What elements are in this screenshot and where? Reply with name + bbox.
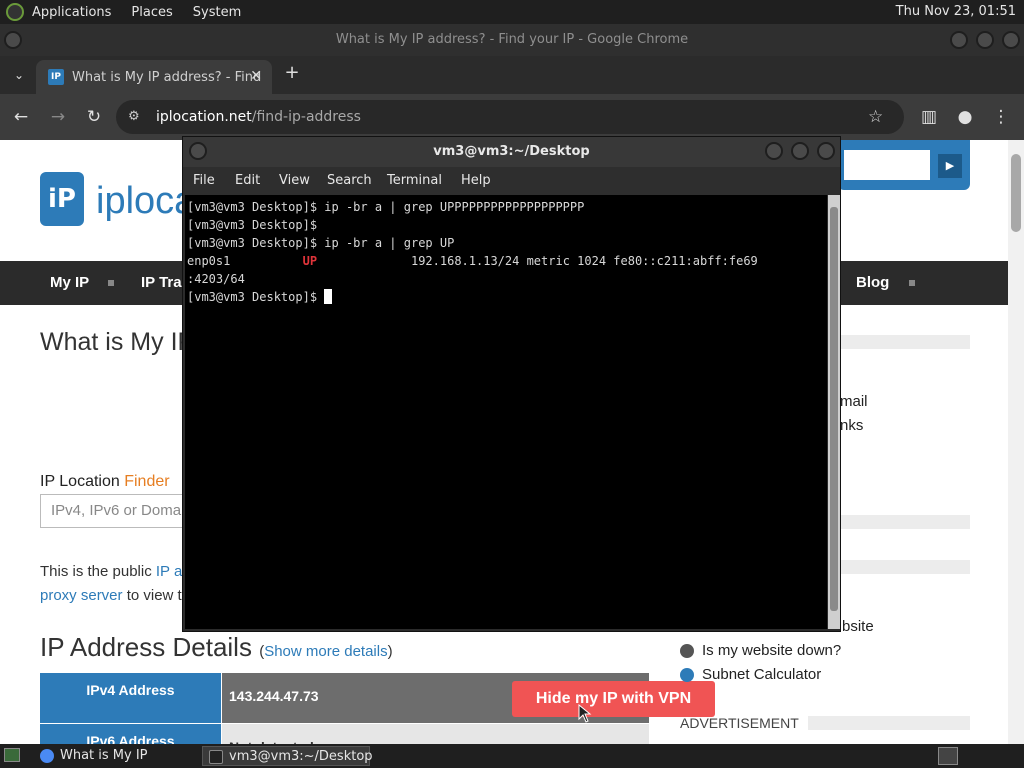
terminal-line: [vm3@vm3 Desktop]$ (187, 218, 318, 232)
back-arrow-icon[interactable]: ← (10, 106, 32, 128)
details-heading: IP Address Details (Show more details) (40, 632, 393, 662)
chrome-icon (40, 749, 54, 763)
sidebar-mail-link[interactable]: mail (840, 393, 868, 410)
desktop: Applications Places System Thu Nov 23, 0… (0, 0, 1024, 768)
show-desktop-icon[interactable] (4, 748, 20, 762)
terminal-cursor (324, 289, 333, 304)
show-more-details-link[interactable]: Show more details (264, 643, 387, 660)
address-bar[interactable]: ⚙ iplocation.net/find-ip-address ☆ (116, 100, 904, 134)
sidebar-website-down[interactable]: Is my website down? (680, 642, 841, 659)
sidebar-heading-bar (840, 515, 970, 529)
intro-paragraph: This is the public IP ad proxy server to… (40, 563, 191, 604)
header-search: ▶ (838, 140, 970, 190)
ipv6-value: Not detected (222, 724, 649, 744)
nav-separator (909, 280, 915, 286)
terminal-scrollbar-thumb[interactable] (830, 207, 838, 611)
proxy-server-link[interactable]: proxy server (40, 587, 123, 604)
window-menu-icon[interactable] (4, 31, 22, 49)
menu-places[interactable]: Places (131, 5, 172, 20)
site-logo-text[interactable]: iploca (96, 180, 195, 223)
ip-details-table: IPv4 Address 143.244.47.73 Hide my IP wi… (40, 673, 715, 744)
terminal-window-menu-icon[interactable] (189, 142, 207, 160)
chrome-window-title: What is My IP address? - Find your IP - … (335, 32, 689, 47)
table-row: IPv6 Address Not detected (40, 724, 649, 744)
page-scrollbar-thumb[interactable] (1011, 154, 1021, 232)
terminal-scrollbar[interactable] (828, 195, 840, 629)
ip-finder-input[interactable]: IPv4, IPv6 or Domai (40, 494, 190, 528)
browser-toolbar: ← → ↻ ⚙ iplocation.net/find-ip-address ☆… (0, 94, 1024, 140)
new-tab-plus-icon[interactable]: + (281, 62, 303, 84)
profile-avatar-icon[interactable]: ● (954, 106, 976, 128)
distro-logo-icon[interactable] (6, 3, 24, 21)
sidebar-website-link[interactable]: bsite (842, 618, 874, 635)
ipv6-label: IPv6 Address (40, 724, 221, 744)
terminal-line: :4203/64 (187, 272, 245, 286)
menu-system[interactable]: System (193, 5, 241, 20)
terminal-close-icon[interactable] (817, 142, 835, 160)
iplocation-favicon-icon: IP (48, 69, 64, 85)
advertisement-label: ADVERTISEMENT (680, 715, 799, 731)
more-menu-icon[interactable]: ⋮ (990, 106, 1012, 128)
top-panel: Applications Places System Thu Nov 23, 0… (0, 0, 1024, 24)
close-window-icon[interactable] (1002, 31, 1020, 49)
globe-icon (680, 643, 694, 658)
menu-applications[interactable]: Applications (32, 5, 111, 20)
forward-arrow-icon[interactable]: → (47, 106, 69, 128)
terminal-menu-help[interactable]: Help (461, 173, 491, 188)
taskbar-item-terminal[interactable]: vm3@vm3:~/Desktop (202, 746, 373, 766)
header-search-go-icon[interactable]: ▶ (938, 154, 962, 178)
sidebar-links-link[interactable]: nks (840, 417, 863, 434)
terminal-menu-view[interactable]: View (279, 173, 310, 188)
terminal-title: vm3@vm3:~/Desktop (433, 144, 590, 159)
bookmark-star-icon[interactable]: ☆ (868, 100, 883, 134)
taskbar-item-chrome[interactable]: What is My IP addre... (34, 746, 200, 766)
tab-close-icon[interactable]: ✕ (250, 68, 262, 84)
advertisement-bar (808, 716, 970, 730)
sidebar-heading-bar (840, 335, 970, 349)
terminal-menu-search[interactable]: Search (327, 173, 372, 188)
terminal-prompt-line: [vm3@vm3 Desktop]$ (187, 288, 827, 306)
sidebar-subnet-calculator[interactable]: Subnet Calculator (680, 666, 821, 683)
tab-title: What is My IP address? - Find (72, 69, 262, 85)
reload-icon[interactable]: ↻ (83, 106, 105, 128)
tab-search-chevron-icon[interactable]: ⌄ (8, 64, 30, 86)
site-info-icon[interactable]: ⚙ (128, 100, 140, 134)
header-search-input[interactable] (844, 150, 930, 180)
terminal-line: [vm3@vm3 Desktop]$ ip -br a | grep UP (187, 236, 455, 250)
terminal-menubar: File Edit View Search Terminal Help (183, 167, 840, 195)
side-panel-icon[interactable]: ▥ (918, 106, 940, 128)
table-row: IPv4 Address 143.244.47.73 Hide my IP wi… (40, 673, 715, 723)
minimize-icon[interactable] (950, 31, 968, 49)
sidebar-heading-bar (840, 560, 970, 574)
terminal-minimize-icon[interactable] (765, 142, 783, 160)
tab-strip: ⌄ IP What is My IP address? - Find ✕ + (0, 56, 1024, 94)
nav-blog[interactable]: Blog (856, 274, 889, 291)
terminal-line: [vm3@vm3 Desktop]$ ip -br a | grep UPPPP… (187, 200, 585, 214)
finder-label: IP Location Finder (40, 473, 170, 490)
terminal-titlebar[interactable]: vm3@vm3:~/Desktop (183, 137, 840, 167)
maximize-icon[interactable] (976, 31, 994, 49)
terminal-maximize-icon[interactable] (791, 142, 809, 160)
iplocation-logo-icon[interactable]: iP (40, 172, 84, 226)
chrome-titlebar[interactable]: What is My IP address? - Find your IP - … (0, 24, 1024, 56)
terminal-line: enp0s1 UP 192.168.1.13/24 metric 1024 fe… (187, 254, 758, 268)
terminal-menu-terminal[interactable]: Terminal (387, 173, 442, 188)
hide-ip-vpn-button[interactable]: Hide my IP with VPN (512, 681, 715, 717)
tab-iplocation[interactable]: IP What is My IP address? - Find ✕ (36, 60, 272, 94)
url-path: /find-ip-address (251, 109, 361, 125)
bottom-panel: What is My IP addre... vm3@vm3:~/Desktop (0, 744, 1024, 768)
terminal-output[interactable]: [vm3@vm3 Desktop]$ ip -br a | grep UPPPP… (185, 195, 827, 629)
workspace-switcher-icon[interactable] (938, 747, 958, 765)
nav-separator (108, 280, 114, 286)
nav-my-ip[interactable]: My IP (50, 274, 89, 291)
calculator-icon (680, 667, 694, 682)
terminal-menu-edit[interactable]: Edit (235, 173, 260, 188)
clock[interactable]: Thu Nov 23, 01:51 (896, 4, 1016, 19)
ipv4-label: IPv4 Address (40, 673, 221, 723)
terminal-menu-file[interactable]: File (193, 173, 215, 188)
terminal-icon (209, 750, 223, 764)
mouse-pointer-icon (578, 704, 592, 723)
url-host: iplocation.net (156, 109, 252, 125)
terminal-window: vm3@vm3:~/Desktop File Edit View Search … (182, 136, 841, 632)
